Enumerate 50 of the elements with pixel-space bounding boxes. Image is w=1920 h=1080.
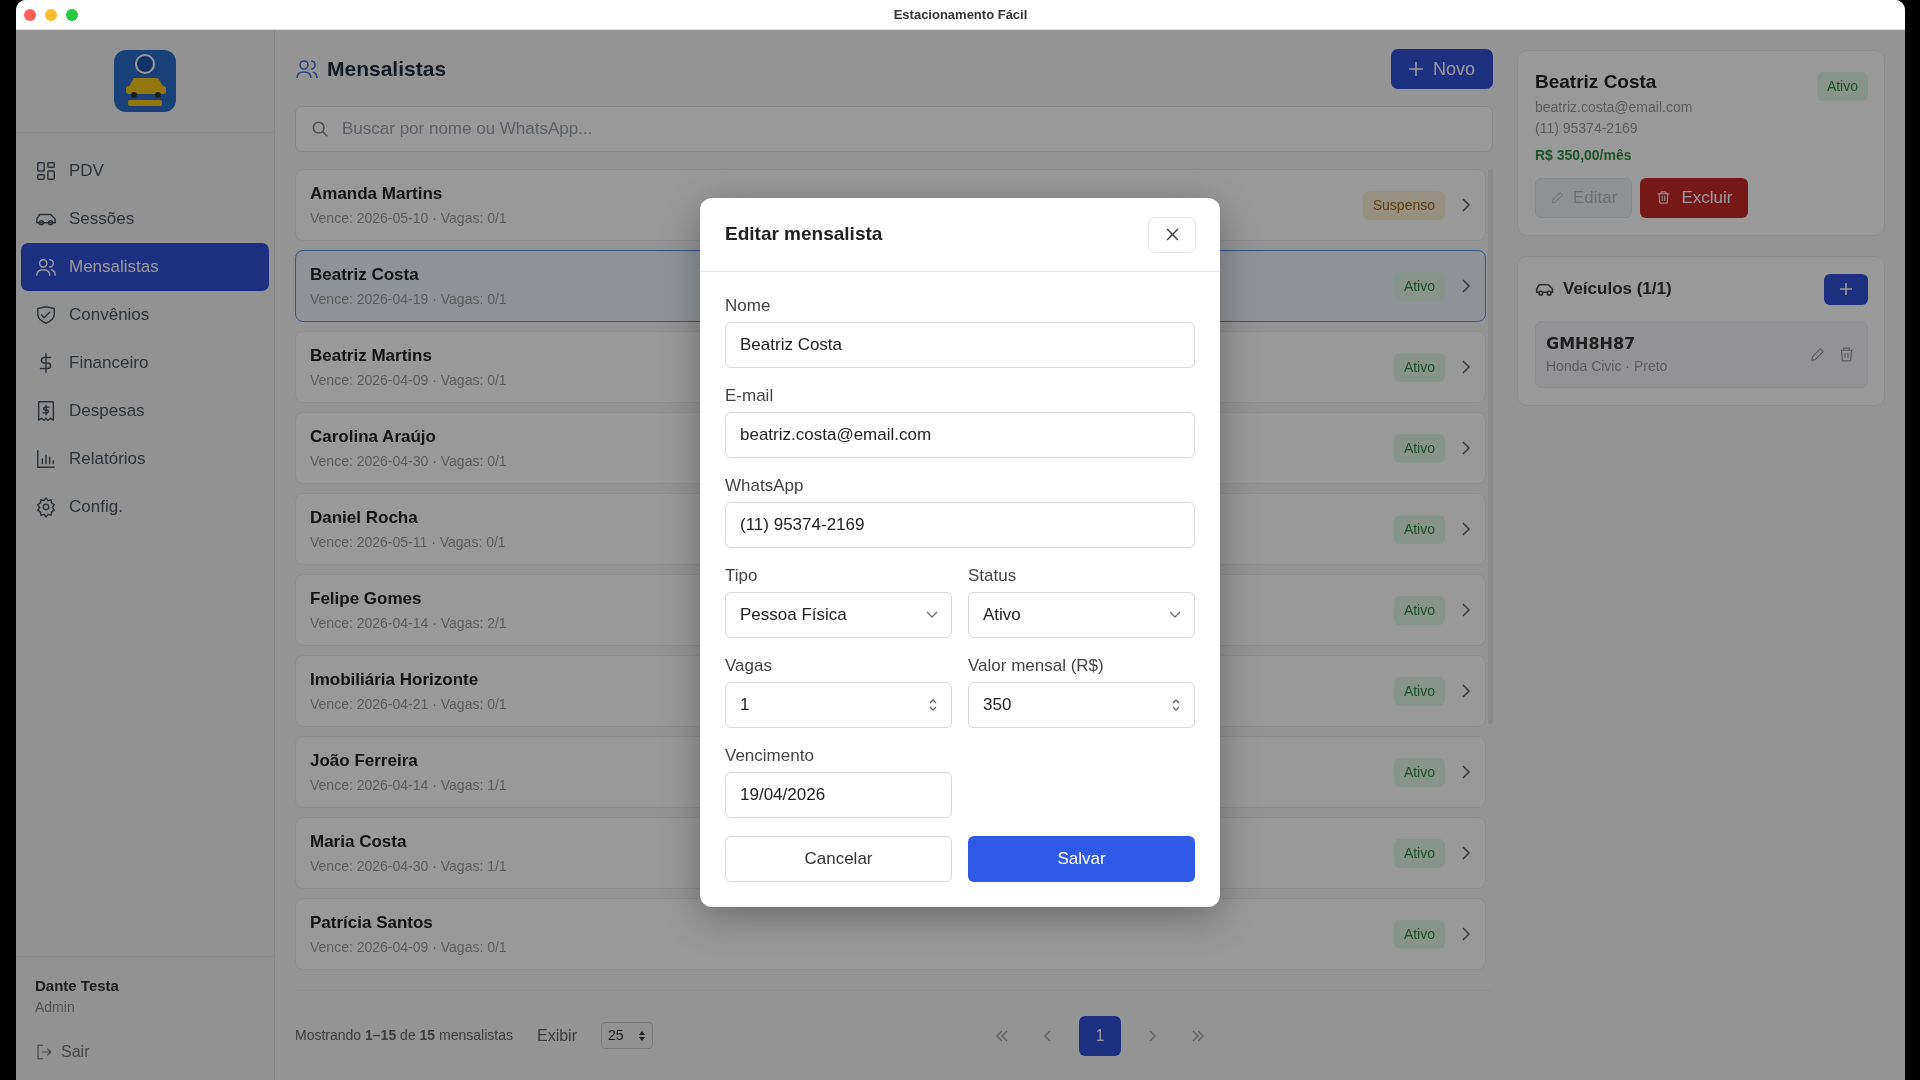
member-meta: Vence: 2026-04-09 · Vagas: 0/1 — [310, 370, 507, 390]
status-badge: Ativo — [1393, 271, 1445, 301]
member-meta: Vence: 2026-04-14 · Vagas: 2/1 — [310, 613, 507, 633]
page-title: Mensalistas — [327, 56, 447, 83]
field-label: Valor mensal (R$) — [968, 656, 1104, 676]
user-role: Admin — [35, 998, 76, 1017]
member-name: João Ferreira — [310, 750, 418, 773]
vehicles-title: Veículos (1/1) — [1563, 278, 1672, 301]
field-label: Vagas — [725, 656, 772, 676]
status-badge: Ativo — [1393, 433, 1445, 463]
status-badge: Ativo — [1393, 919, 1445, 949]
member-name: Carolina Araújo — [310, 426, 436, 449]
user-name: Dante Testa — [35, 975, 120, 996]
status-badge: Ativo — [1393, 757, 1445, 787]
dialog-title: Editar mensalista — [725, 222, 883, 247]
status-badge: Ativo — [1393, 595, 1445, 625]
member-name: Amanda Martins — [310, 183, 443, 206]
member-phone: (11) 95374-2169 — [1535, 118, 1639, 138]
member-meta: Vence: 2026-04-09 · Vagas: 0/1 — [310, 937, 507, 957]
member-meta: Vence: 2026-04-21 · Vagas: 0/1 — [310, 694, 507, 714]
member-meta: Vence: 2026-05-11 · Vagas: 0/1 — [310, 532, 506, 552]
member-name: Imobiliária Horizonte — [310, 669, 479, 692]
member-name: Daniel Rocha — [310, 507, 418, 530]
member-meta: Vence: 2026-04-14 · Vagas: 1/1 — [310, 775, 507, 795]
status-badge: Ativo — [1393, 838, 1445, 868]
pagination-summary: Mostrando 1–15 de 15 mensalistas — [295, 1026, 513, 1045]
member-name: Beatriz Martins — [310, 345, 432, 368]
license-plate: GMH8H87 — [1546, 332, 1637, 355]
member-name: Beatriz Costa — [310, 264, 419, 287]
vehicle-description: Honda Civic · Preto — [1546, 356, 1669, 376]
status-badge: Ativo — [1393, 352, 1445, 382]
member-meta: Vence: 2026-04-30 · Vagas: 0/1 — [310, 451, 507, 471]
status-badge: Suspenso — [1362, 190, 1445, 220]
member-meta: Vence: 2026-04-19 · Vagas: 0/1 — [310, 289, 507, 309]
field-label: E-mail — [725, 386, 774, 406]
status-badge: Ativo — [1393, 514, 1445, 544]
page-size-label: Exibir — [536, 1025, 577, 1046]
status-badge: Ativo — [1393, 676, 1445, 706]
status-badge: Ativo — [1816, 72, 1868, 101]
member-name: Patrícia Santos — [310, 912, 433, 935]
member-name: Felipe Gomes — [310, 588, 422, 611]
member-name: Beatriz Costa — [1535, 70, 1658, 94]
member-meta: Vence: 2026-04-30 · Vagas: 1/1 — [310, 856, 507, 876]
member-meta: Vence: 2026-05-10 · Vagas: 0/1 — [310, 208, 507, 228]
field-label: Nome — [725, 296, 771, 316]
window-title: Estacionamento Fácil — [893, 5, 1028, 24]
member-email: beatriz.costa@email.com — [1535, 97, 1693, 117]
member-name: Maria Costa — [310, 831, 407, 854]
monthly-price: R$ 350,00/mês — [1535, 145, 1633, 165]
field-label: Vencimento — [725, 746, 814, 766]
